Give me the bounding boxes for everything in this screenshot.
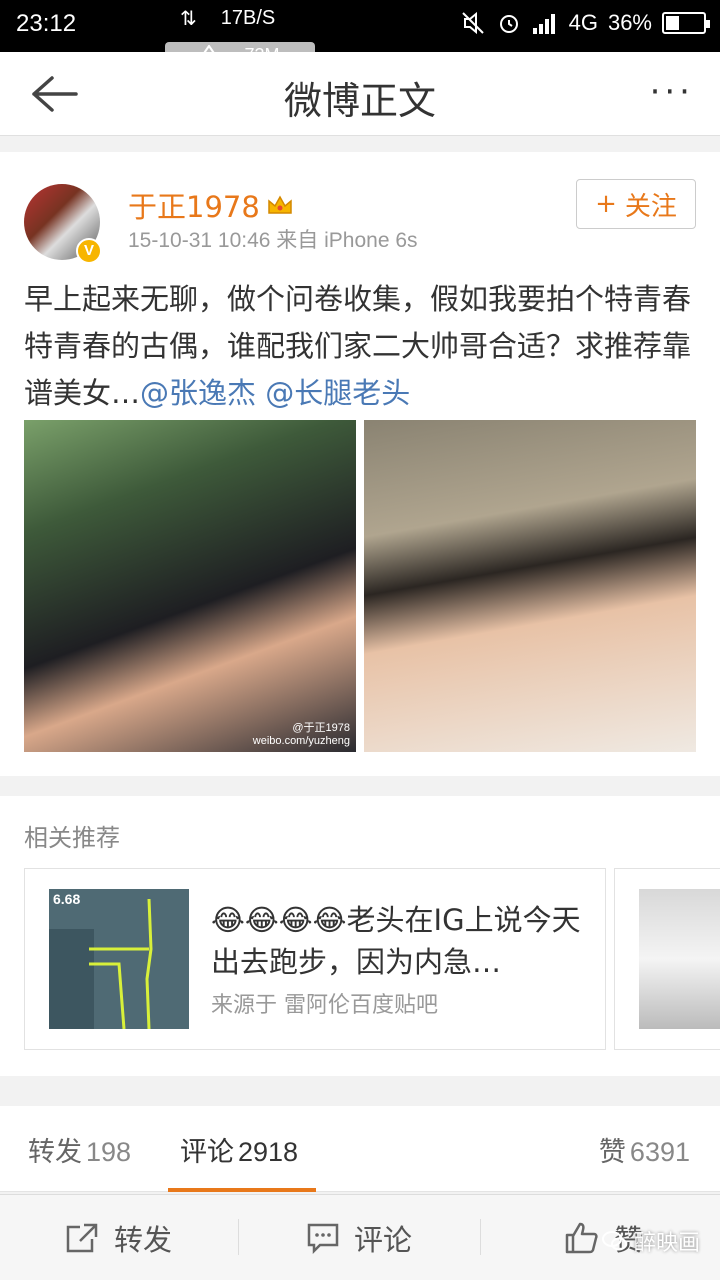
tab-likes[interactable]: 赞 6391 — [599, 1130, 690, 1169]
related-card[interactable] — [614, 868, 720, 1050]
weibo-post: V 于正1978 15-10-31 10:46 来自 iPhone 6s + 关… — [0, 152, 720, 776]
related-thumbnail — [639, 889, 720, 1029]
stats-tabs: 转发 198 评论 2918 赞 6391 — [0, 1106, 720, 1192]
tab-label: 赞 — [598, 1137, 626, 1168]
image-watermark: @于正1978 weibo.com/yuzheng — [253, 722, 350, 748]
follow-label: 关注 — [624, 191, 677, 222]
related-card[interactable]: 6.68 😂😂😂😂老头在IG上说今天出去跑步，因为内急… 来源于 雷阿伦百度贴吧 — [24, 868, 606, 1050]
repost-label: 转发 — [114, 1223, 173, 1257]
mention-link[interactable]: @长腿老头 — [265, 376, 410, 410]
divider — [480, 1219, 481, 1255]
action-bar: 转发 评论 赞 醉映画 — [0, 1194, 720, 1280]
net-speed-text: 17B/S — [220, 7, 276, 29]
related-section: 相关推荐 6.68 😂😂😂😂老头在IG上说今天出去跑步，因为内急… 来源于 雷阿… — [0, 796, 720, 1076]
like-count: 6391 — [629, 1137, 690, 1167]
route-map-icon — [49, 898, 153, 1029]
related-source: 来源于 雷阿伦百度贴吧 — [211, 993, 438, 1018]
tab-label: 评论 — [180, 1137, 234, 1168]
related-text: 😂😂😂😂老头在IG上说今天出去跑步，因为内急… — [211, 899, 591, 983]
page-title: 微博正文 — [283, 79, 436, 123]
related-title: 相关推荐 — [24, 824, 120, 852]
repost-button[interactable]: 转发 — [64, 1217, 172, 1259]
divider — [238, 1219, 239, 1255]
thumbs-up-icon — [565, 1222, 598, 1254]
status-time: 23:12 — [16, 10, 77, 37]
username[interactable]: 于正1978 — [128, 184, 260, 226]
status-bar: 23:12 ⇅ 17B/S 4G 36% — [0, 0, 720, 52]
laugh-emoji-icon: 😂😂😂😂 — [211, 903, 347, 937]
alarm-icon — [499, 15, 518, 33]
battery-percent: 36% — [607, 10, 652, 35]
tab-comments[interactable]: 评论 2918 — [180, 1130, 298, 1169]
repost-count: 198 — [86, 1137, 132, 1167]
comment-label: 评论 — [354, 1223, 413, 1257]
crown-icon — [268, 195, 292, 214]
network-speed: ⇅ 17B/S — [180, 6, 275, 31]
plus-icon: + — [595, 189, 617, 219]
top-bar: 微博正文 ··· — [0, 52, 720, 136]
watermark-url: weibo.com/yuzheng — [252, 735, 350, 747]
status-icons: 4G 36% — [461, 10, 710, 36]
battery-icon — [662, 12, 710, 34]
verified-badge: V — [76, 238, 102, 264]
post-meta: 15-10-31 10:46 来自 iPhone 6s — [128, 229, 418, 252]
tab-reposts[interactable]: 转发 198 — [28, 1130, 131, 1169]
wechat-icon — [601, 1231, 627, 1251]
tab-label: 转发 — [28, 1137, 82, 1168]
watermark-text: 醉映画 — [633, 1231, 700, 1256]
repost-icon — [66, 1223, 98, 1253]
post-image[interactable] — [364, 420, 696, 752]
battery-fill — [666, 16, 679, 30]
mention-link[interactable]: @张逸杰 — [140, 376, 256, 410]
comment-count: 2918 — [238, 1137, 299, 1167]
comment-icon — [307, 1223, 339, 1254]
post-image[interactable]: @于正1978 weibo.com/yuzheng — [24, 420, 356, 752]
mute-icon — [461, 11, 484, 35]
follow-button[interactable]: + 关注 — [576, 179, 696, 229]
watermark: 醉映画 — [601, 1225, 700, 1257]
watermark-handle: @于正1978 — [292, 722, 350, 734]
post-text: 早上起来无聊，做个问卷收集，假如我要拍个特青春特青春的古偶，谁配我们家二大帅哥合… — [24, 276, 700, 417]
comment-button[interactable]: 评论 — [306, 1217, 412, 1259]
signal-icon — [532, 14, 555, 34]
username-row: 于正1978 — [128, 184, 294, 226]
active-tab-indicator — [168, 1188, 316, 1192]
data-arrows-icon: ⇅ — [180, 8, 197, 30]
related-thumbnail: 6.68 — [49, 889, 189, 1029]
network-type: 4G — [568, 10, 598, 35]
more-options-button[interactable]: ··· — [650, 72, 694, 112]
